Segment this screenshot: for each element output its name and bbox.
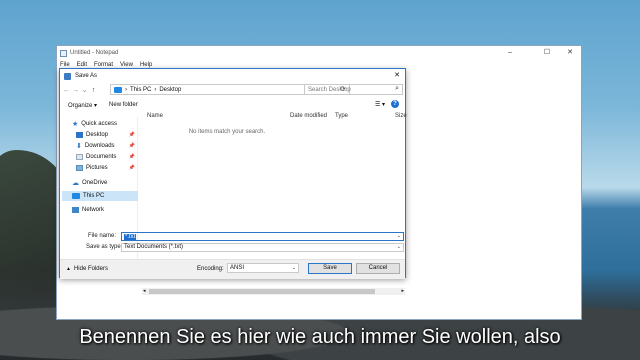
column-name[interactable]: Name xyxy=(147,113,163,119)
back-arrow-icon[interactable]: ← xyxy=(62,87,71,94)
up-arrow-icon[interactable]: ↑ xyxy=(89,87,98,94)
save-button[interactable]: Save xyxy=(308,263,352,274)
file-name-field[interactable]: *.txt ⌄ xyxy=(121,232,404,241)
save-as-type-select[interactable]: Text Documents (*.txt) ⌄ xyxy=(121,243,404,252)
column-size[interactable]: Size xyxy=(395,113,407,119)
scrollbar-thumb[interactable] xyxy=(149,289,375,294)
cancel-button[interactable]: Cancel xyxy=(356,263,400,274)
nav-downloads[interactable]: ⬇ Downloads 📌 xyxy=(62,141,138,151)
nav-label: Documents xyxy=(86,154,117,160)
nav-label: Quick access xyxy=(81,121,117,127)
scroll-left-icon[interactable]: ◂ xyxy=(143,288,146,294)
pictures-icon xyxy=(76,165,83,171)
encoding-value: ANSI xyxy=(230,265,245,271)
nav-label: Network xyxy=(82,207,105,213)
organize-button[interactable]: Organize ▾ xyxy=(68,102,97,109)
chevron-down-icon[interactable]: ⌄ xyxy=(397,233,401,239)
nav-label: Downloads xyxy=(84,143,115,149)
computer-icon xyxy=(72,193,80,199)
dialog-title: Save As xyxy=(75,73,98,79)
save-as-dialog: Save As ✕ ← → ⌄ ↑ › This PC › Desktop ⟳ … xyxy=(59,68,407,295)
nav-onedrive[interactable]: ☁ OneDrive xyxy=(62,178,138,188)
nav-pictures[interactable]: Pictures 📌 xyxy=(62,163,138,173)
close-button[interactable]: ✕ xyxy=(561,48,579,58)
dialog-titlebar[interactable]: Save As xyxy=(60,69,405,83)
address-separator: › xyxy=(125,86,127,93)
nav-network[interactable]: Network xyxy=(62,205,138,215)
horizontal-scrollbar[interactable]: ◂ ▸ xyxy=(142,288,405,295)
menu-format[interactable]: Format xyxy=(94,62,113,68)
pin-icon: 📌 xyxy=(128,143,135,149)
minimize-button[interactable]: – xyxy=(501,48,519,58)
caret-up-icon: ▲ xyxy=(66,266,71,272)
nav-this-pc[interactable]: This PC xyxy=(62,191,138,201)
nav-desktop[interactable]: Desktop 📌 xyxy=(62,130,138,140)
save-as-type-value: Text Documents (*.txt) xyxy=(124,244,184,250)
menu-view[interactable]: View xyxy=(120,62,133,68)
dialog-close-button[interactable]: ✕ xyxy=(392,71,402,79)
dialog-footer: ▲ Hide Folders Encoding: ANSI ⌄ Save Can… xyxy=(60,259,405,279)
address-row: ← → ⌄ ↑ › This PC › Desktop ⟳ Search Des… xyxy=(62,84,403,96)
this-pc-icon xyxy=(114,86,122,93)
nav-documents[interactable]: Documents 📌 xyxy=(62,152,138,162)
encoding-select[interactable]: ANSI ⌄ xyxy=(227,263,299,273)
new-folder-button[interactable]: New folder xyxy=(109,102,138,108)
pin-icon: 📌 xyxy=(128,132,135,138)
forward-arrow-icon[interactable]: → xyxy=(71,87,80,94)
star-icon: ★ xyxy=(72,121,79,128)
pin-icon: 📌 xyxy=(128,165,135,171)
documents-icon xyxy=(76,154,83,160)
column-type[interactable]: Type xyxy=(335,113,348,119)
save-dialog-icon xyxy=(64,72,71,80)
hide-folders-label: Hide Folders xyxy=(73,266,108,272)
download-icon: ⬇ xyxy=(76,143,82,150)
recent-dropdown-icon[interactable]: ⌄ xyxy=(80,86,89,94)
breadcrumb-desktop[interactable]: Desktop xyxy=(159,87,181,93)
encoding-label: Encoding: xyxy=(197,266,224,272)
search-input[interactable]: Search Desktop ⌕ xyxy=(304,84,403,95)
empty-message: No items match your search. xyxy=(188,129,266,135)
cloud-icon: ☁ xyxy=(72,180,79,187)
maximize-button[interactable]: ☐ xyxy=(538,48,556,58)
desktop-icon xyxy=(76,132,83,138)
file-name-label: File name: xyxy=(88,233,117,239)
notepad-title: Untitled - Notepad xyxy=(70,50,119,56)
chevron-down-icon: ⌄ xyxy=(291,265,296,271)
search-placeholder: Search Desktop xyxy=(308,86,351,93)
pin-icon: 📌 xyxy=(128,154,135,160)
hide-folders-toggle[interactable]: ▲ Hide Folders xyxy=(66,266,108,272)
search-icon: ⌕ xyxy=(395,85,399,92)
nav-label: This PC xyxy=(83,193,105,199)
network-icon xyxy=(72,207,79,213)
file-name-value: *.txt xyxy=(124,234,137,240)
dialog-toolbar: Organize ▾ New folder ☰ ▾ ? xyxy=(60,99,405,111)
help-icon[interactable]: ? xyxy=(391,100,399,108)
column-date-modified[interactable]: Date modified xyxy=(290,113,327,119)
nav-label: Pictures xyxy=(86,165,108,171)
view-options-icon[interactable]: ☰ ▾ xyxy=(375,101,385,108)
address-separator: › xyxy=(154,86,157,93)
chevron-down-icon: ⌄ xyxy=(396,244,401,250)
breadcrumb-this-pc[interactable]: This PC xyxy=(130,87,151,93)
nav-label: Desktop xyxy=(86,132,109,138)
navigation-pane: ★ Quick access Desktop 📌 ⬇ Downloads 📌 D… xyxy=(62,117,138,277)
video-subtitle: Benennen Sie es hier wie auch immer Sie … xyxy=(79,326,561,348)
menu-edit[interactable]: Edit xyxy=(77,62,87,68)
menu-file[interactable]: File xyxy=(60,62,70,68)
menu-help[interactable]: Help xyxy=(140,62,152,68)
save-as-type-label: Save as type: xyxy=(86,244,123,250)
notepad-icon xyxy=(60,49,67,57)
scroll-right-icon[interactable]: ▸ xyxy=(401,288,404,294)
nav-quick-access[interactable]: ★ Quick access xyxy=(62,119,138,129)
nav-label: OneDrive xyxy=(82,180,108,186)
